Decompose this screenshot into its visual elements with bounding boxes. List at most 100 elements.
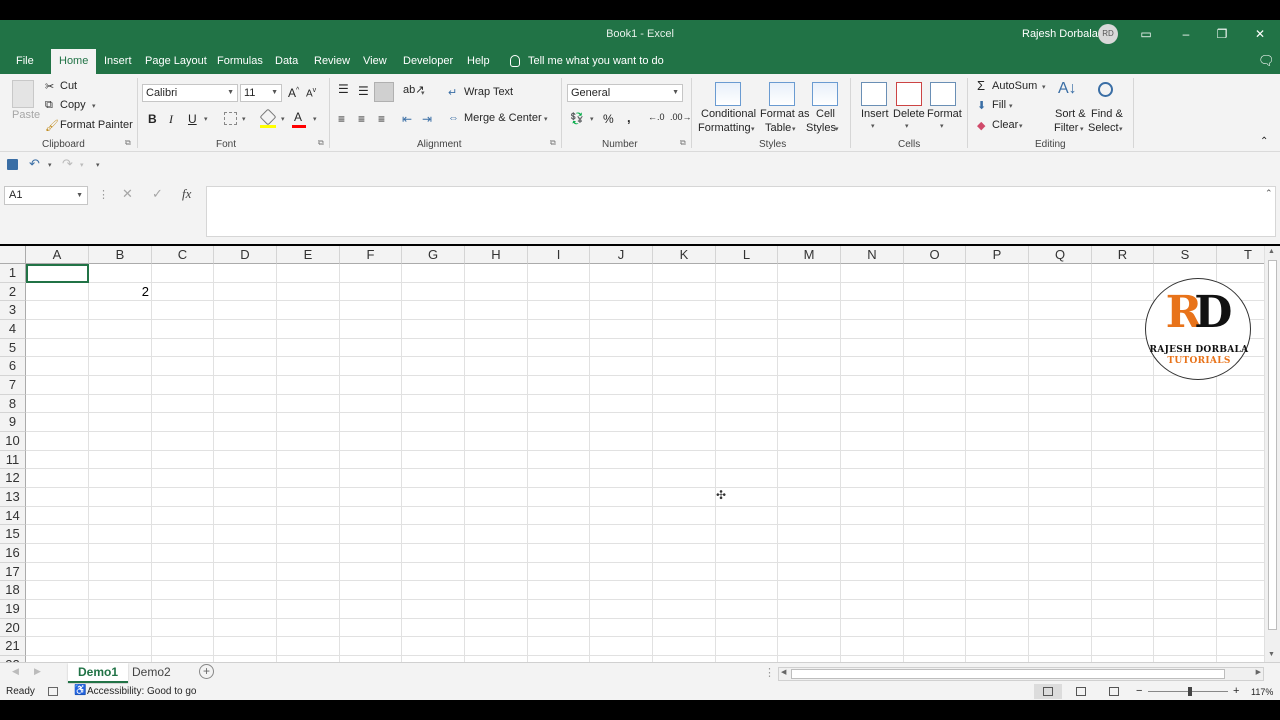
select-all-button[interactable] bbox=[0, 246, 26, 264]
row-header-12[interactable]: 12 bbox=[0, 469, 26, 488]
save-icon[interactable] bbox=[7, 159, 18, 170]
cell-styles-dropdown-icon[interactable]: ▾ bbox=[835, 125, 839, 133]
column-header-f[interactable]: F bbox=[340, 246, 402, 264]
row-header-16[interactable]: 16 bbox=[0, 543, 26, 563]
enter-button[interactable]: ✓ bbox=[152, 186, 163, 202]
align-right-icon[interactable]: ≡ bbox=[378, 112, 385, 126]
font-color-dropdown-icon[interactable]: ▾ bbox=[313, 115, 317, 123]
fill-color-dropdown-icon[interactable]: ▾ bbox=[281, 115, 285, 123]
avatar[interactable]: RD bbox=[1098, 24, 1118, 44]
column-header-l[interactable]: L bbox=[716, 246, 778, 264]
accounting-format-icon[interactable]: 💱 bbox=[570, 112, 584, 125]
add-sheet-icon[interactable]: + bbox=[199, 664, 214, 679]
row-header-13[interactable]: 13 bbox=[0, 487, 26, 507]
find-select-label-1[interactable]: Find & bbox=[1091, 108, 1123, 120]
worksheet-grid[interactable]: A B C D E F G H I J K L M N O P Q R S T 1 2 3 4 5 6 7 8 9 10 11 12 13 14 1… bbox=[0, 246, 1264, 662]
tab-review[interactable]: Review bbox=[306, 48, 358, 74]
tab-developer[interactable]: Developer bbox=[395, 48, 461, 74]
zoom-level[interactable]: 117% bbox=[1251, 687, 1273, 697]
italic-button[interactable]: I bbox=[169, 112, 173, 127]
format-as-table-label-2[interactable]: Table bbox=[765, 122, 791, 134]
underline-dropdown-icon[interactable]: ▾ bbox=[204, 115, 208, 123]
comma-style-button[interactable]: , bbox=[627, 110, 631, 125]
decrease-font-size-icon[interactable]: Av bbox=[306, 87, 316, 99]
row-header-19[interactable]: 19 bbox=[0, 599, 26, 619]
next-sheet-icon[interactable]: ▶ bbox=[34, 666, 41, 677]
cut-button[interactable]: Cut bbox=[60, 80, 77, 92]
column-header-q[interactable]: Q bbox=[1029, 246, 1092, 264]
close-icon[interactable]: ✕ bbox=[1251, 25, 1269, 43]
column-header-t[interactable]: T bbox=[1217, 246, 1264, 264]
sort-filter-dropdown-icon[interactable]: ▾ bbox=[1080, 125, 1084, 133]
font-name-select[interactable]: Calibri ▼ bbox=[142, 84, 238, 102]
find-select-label-2[interactable]: Select bbox=[1088, 122, 1119, 134]
tab-view[interactable]: View bbox=[355, 48, 395, 74]
vertical-scrollbar[interactable]: ▲ ▼ bbox=[1264, 246, 1280, 664]
horizontal-scroll-thumb[interactable] bbox=[791, 669, 1225, 679]
copy-button[interactable]: Copy bbox=[60, 99, 86, 111]
wrap-text-button[interactable]: Wrap Text bbox=[464, 86, 513, 98]
ribbon-display-options-icon[interactable]: ▭ bbox=[1137, 25, 1155, 43]
format-as-table-label-1[interactable]: Format as bbox=[760, 108, 810, 120]
cell-styles-label-1[interactable]: Cell bbox=[816, 108, 835, 120]
tab-insert[interactable]: Insert bbox=[96, 48, 140, 74]
column-header-c[interactable]: C bbox=[152, 246, 214, 264]
tab-file[interactable]: File bbox=[8, 48, 42, 74]
borders-icon[interactable] bbox=[224, 112, 237, 125]
bottom-align-icon[interactable] bbox=[374, 82, 394, 102]
bold-button[interactable]: B bbox=[148, 112, 157, 126]
autosum-button[interactable]: AutoSum bbox=[992, 80, 1037, 92]
conditional-formatting-dropdown-icon[interactable]: ▾ bbox=[751, 125, 755, 133]
font-launcher-icon[interactable]: ⧉ bbox=[318, 138, 324, 148]
scroll-down-icon[interactable]: ▼ bbox=[1268, 651, 1275, 658]
clipboard-launcher-icon[interactable]: ⧉ bbox=[125, 138, 131, 148]
conditional-formatting-label-1[interactable]: Conditional bbox=[701, 108, 756, 120]
format-dropdown-icon[interactable]: ▾ bbox=[940, 122, 944, 130]
active-cell-a1[interactable] bbox=[26, 264, 89, 283]
column-header-m[interactable]: M bbox=[778, 246, 841, 264]
row-header-17[interactable]: 17 bbox=[0, 562, 26, 582]
merge-center-button[interactable]: Merge & Center bbox=[464, 112, 542, 124]
user-name[interactable]: Rajesh Dorbala bbox=[1022, 28, 1098, 40]
fill-color-icon[interactable] bbox=[259, 108, 277, 126]
increase-font-size-icon[interactable]: A^ bbox=[288, 86, 299, 100]
column-header-r[interactable]: R bbox=[1092, 246, 1154, 264]
delete-dropdown-icon[interactable]: ▾ bbox=[905, 122, 909, 130]
font-color-icon[interactable]: A bbox=[294, 110, 302, 124]
middle-align-icon[interactable]: ☰ bbox=[358, 84, 369, 98]
insert-function-button[interactable]: fx bbox=[182, 186, 191, 202]
format-painter-button[interactable]: Format Painter bbox=[60, 119, 133, 131]
name-box[interactable]: A1 ▼ bbox=[4, 186, 88, 205]
conditional-formatting-label-2[interactable]: Formatting bbox=[698, 122, 751, 134]
orientation-dropdown-icon[interactable]: ▾ bbox=[421, 89, 425, 97]
increase-indent-icon[interactable]: ⇥ bbox=[422, 112, 432, 126]
fill-button[interactable]: Fill bbox=[992, 99, 1006, 111]
find-select-dropdown-icon[interactable]: ▾ bbox=[1119, 125, 1123, 133]
copy-dropdown-icon[interactable]: ▾ bbox=[92, 102, 96, 110]
format-as-table-dropdown-icon[interactable]: ▾ bbox=[792, 125, 796, 133]
row-header-7[interactable]: 7 bbox=[0, 375, 26, 395]
comments-icon[interactable]: 🗨 bbox=[1250, 48, 1280, 74]
minimize-icon[interactable]: – bbox=[1177, 25, 1195, 43]
zoom-slider-thumb[interactable] bbox=[1188, 687, 1192, 696]
row-header-1[interactable]: 1 bbox=[0, 264, 26, 283]
percent-style-button[interactable]: % bbox=[603, 112, 614, 126]
column-header-d[interactable]: D bbox=[214, 246, 277, 264]
row-header-6[interactable]: 6 bbox=[0, 357, 26, 376]
scroll-up-icon[interactable]: ▲ bbox=[1268, 248, 1275, 255]
column-header-s[interactable]: S bbox=[1154, 246, 1217, 264]
formula-input[interactable] bbox=[206, 186, 1276, 237]
clear-button[interactable]: Clear bbox=[992, 119, 1018, 131]
delete-cells-button[interactable]: Delete bbox=[893, 108, 925, 120]
row-header-15[interactable]: 15 bbox=[0, 525, 26, 544]
collapse-ribbon-icon[interactable]: ⌃ bbox=[1260, 136, 1268, 147]
redo-dropdown-icon[interactable]: ▾ bbox=[80, 161, 84, 169]
redo-icon[interactable]: ↷ bbox=[62, 156, 73, 172]
column-header-j[interactable]: J bbox=[590, 246, 653, 264]
scroll-right-icon[interactable]: ▶ bbox=[1256, 668, 1261, 676]
horizontal-scrollbar[interactable]: ◀ ▶ bbox=[778, 667, 1264, 681]
column-header-k[interactable]: K bbox=[653, 246, 716, 264]
column-header-n[interactable]: N bbox=[841, 246, 904, 264]
column-header-b[interactable]: B bbox=[89, 246, 152, 264]
undo-icon[interactable]: ↶ bbox=[29, 156, 40, 172]
